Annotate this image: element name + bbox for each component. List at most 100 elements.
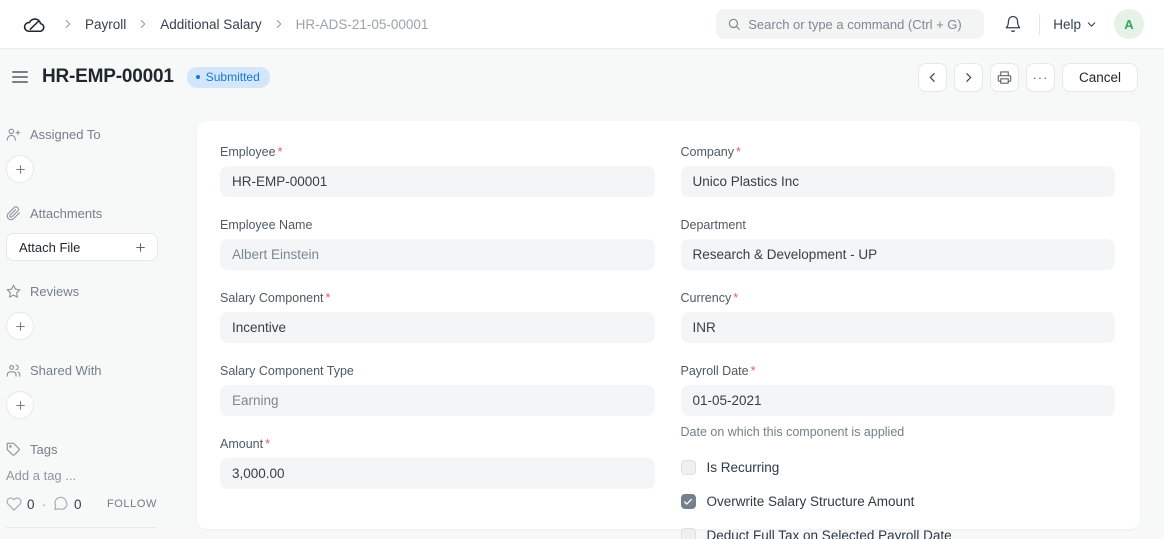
- amount-label: Amount: [220, 437, 263, 451]
- shared-with-section: Shared With: [6, 363, 157, 378]
- dot-separator: ·: [42, 497, 47, 512]
- employee-name-input[interactable]: [220, 239, 655, 270]
- next-document-button[interactable]: [954, 63, 983, 92]
- attach-file-label: Attach File: [19, 240, 80, 255]
- ellipsis-icon: ···: [1032, 71, 1048, 84]
- breadcrumb: Payroll Additional Salary HR-ADS-21-05-0…: [22, 12, 428, 37]
- checkbox-unchecked-icon[interactable]: [681, 460, 696, 475]
- star-icon: [6, 284, 21, 299]
- checkbox-unchecked-icon[interactable]: [681, 528, 696, 539]
- tags-section: Tags: [6, 442, 157, 457]
- chevron-right-icon: [136, 17, 150, 31]
- payroll-date-input[interactable]: [681, 385, 1116, 416]
- checkbox-checked-icon[interactable]: [681, 494, 696, 509]
- attach-file-button[interactable]: Attach File: [6, 233, 158, 261]
- notifications-bell-icon[interactable]: [1000, 11, 1026, 37]
- currency-input[interactable]: [681, 312, 1116, 343]
- salary-component-label: Salary Component: [220, 291, 324, 305]
- required-mark: *: [751, 364, 756, 378]
- field-salary-component-type: Salary Component Type: [220, 364, 655, 416]
- is-recurring-label: Is Recurring: [707, 460, 780, 475]
- header-actions: ··· Cancel: [918, 63, 1138, 92]
- overwrite-salary-structure-checkbox-row[interactable]: Overwrite Salary Structure Amount: [681, 494, 1116, 509]
- plus-icon: [14, 320, 27, 333]
- attachments-label: Attachments: [30, 206, 102, 221]
- help-menu[interactable]: Help: [1053, 17, 1098, 32]
- form-card: Employee* Employee Name Salary Component…: [197, 121, 1140, 529]
- add-tag-input[interactable]: Add a tag ...: [6, 468, 157, 483]
- paperclip-icon: [6, 206, 21, 221]
- printer-icon: [997, 70, 1012, 85]
- required-mark: *: [265, 437, 270, 451]
- deduct-full-tax-label: Deduct Full Tax on Selected Payroll Date: [707, 528, 952, 539]
- department-input[interactable]: [681, 239, 1116, 270]
- amount-input[interactable]: [220, 458, 655, 489]
- required-mark: *: [326, 291, 331, 305]
- more-options-button[interactable]: ···: [1026, 63, 1055, 92]
- user-avatar[interactable]: A: [1114, 9, 1144, 39]
- is-recurring-checkbox-row[interactable]: Is Recurring: [681, 460, 1116, 475]
- shared-with-label: Shared With: [30, 363, 102, 378]
- comment-icon: [53, 496, 69, 512]
- app-logo-icon[interactable]: [22, 12, 47, 37]
- cancel-button[interactable]: Cancel: [1062, 63, 1138, 92]
- plus-icon: [14, 399, 27, 412]
- form-column-left: Employee* Employee Name Salary Component…: [220, 145, 655, 539]
- add-share-button[interactable]: [6, 391, 34, 419]
- breadcrumb-payroll[interactable]: Payroll: [85, 17, 126, 32]
- add-assignment-button[interactable]: [6, 155, 34, 183]
- field-payroll-date: Payroll Date* Date on which this compone…: [681, 364, 1116, 439]
- attachments-section: Attachments: [6, 206, 157, 221]
- reviews-section: Reviews: [6, 284, 157, 299]
- follow-button[interactable]: FOLLOW: [107, 498, 157, 510]
- search-input[interactable]: [748, 17, 973, 32]
- employee-input[interactable]: [220, 166, 655, 197]
- sidebar-footer: 0 · 0 FOLLOW: [6, 496, 157, 512]
- employee-name-label: Employee Name: [220, 218, 655, 232]
- checkbox-group: Is Recurring Overwrite Salary Structure …: [681, 460, 1116, 539]
- payroll-date-label: Payroll Date: [681, 364, 749, 378]
- status-badge: Submitted: [187, 67, 270, 88]
- user-plus-icon: [6, 127, 21, 142]
- plus-icon: [134, 241, 147, 254]
- field-department: Department: [681, 218, 1116, 270]
- department-label: Department: [681, 218, 1116, 232]
- breadcrumb-current-doc[interactable]: HR-ADS-21-05-00001: [296, 17, 429, 32]
- status-dot-icon: [196, 75, 200, 79]
- help-label: Help: [1053, 17, 1081, 32]
- navbar-divider: [1039, 14, 1040, 35]
- page-title: HR-EMP-00001: [42, 66, 174, 88]
- company-input[interactable]: [681, 166, 1116, 197]
- salary-component-type-label: Salary Component Type: [220, 364, 655, 378]
- field-company: Company*: [681, 145, 1116, 197]
- field-employee: Employee*: [220, 145, 655, 197]
- chevron-down-icon: [1085, 18, 1098, 31]
- field-amount: Amount*: [220, 437, 655, 489]
- sidebar-toggle-icon[interactable]: [6, 65, 34, 89]
- form-column-right: Company* Department Currency* Payroll Da…: [681, 145, 1116, 539]
- page-body: Assigned To Attachments Attach File Revi…: [0, 105, 1164, 538]
- field-salary-component: Salary Component*: [220, 291, 655, 343]
- print-button[interactable]: [990, 63, 1019, 92]
- search-icon: [727, 17, 741, 31]
- heart-icon: [6, 496, 22, 512]
- company-label: Company: [681, 145, 735, 159]
- chevron-right-icon: [272, 17, 286, 31]
- comment-counter[interactable]: 0: [53, 496, 82, 512]
- field-currency: Currency*: [681, 291, 1116, 343]
- prev-document-button[interactable]: [918, 63, 947, 92]
- deduct-full-tax-checkbox-row[interactable]: Deduct Full Tax on Selected Payroll Date: [681, 528, 1116, 539]
- page-header: HR-EMP-00001 Submitted ··· Cancel: [0, 49, 1164, 105]
- plus-icon: [14, 163, 27, 176]
- required-mark: *: [278, 145, 283, 159]
- add-review-button[interactable]: [6, 312, 34, 340]
- breadcrumb-additional-salary[interactable]: Additional Salary: [160, 17, 261, 32]
- salary-component-input[interactable]: [220, 312, 655, 343]
- field-employee-name: Employee Name: [220, 218, 655, 270]
- reviews-label: Reviews: [30, 284, 79, 299]
- assigned-to-label: Assigned To: [30, 127, 101, 142]
- like-counter[interactable]: 0: [6, 496, 35, 512]
- global-search[interactable]: [716, 9, 984, 39]
- document-sidebar: Assigned To Attachments Attach File Revi…: [0, 105, 197, 538]
- salary-component-type-input[interactable]: [220, 385, 655, 416]
